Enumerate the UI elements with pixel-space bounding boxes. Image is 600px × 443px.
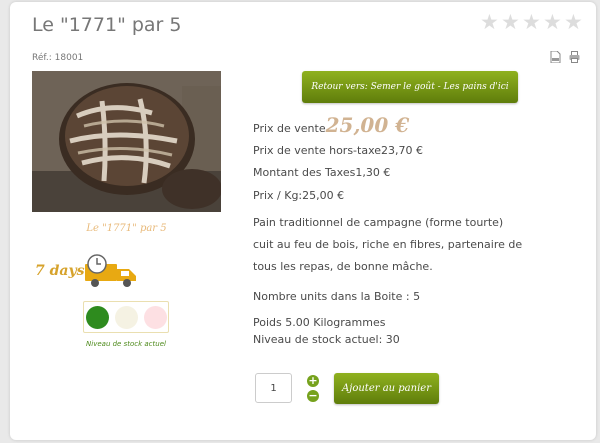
photo-caption: Le "1771" par 5 <box>86 223 167 234</box>
tax-value: 1,30 € <box>355 166 391 179</box>
stock-dot-green <box>85 305 109 329</box>
star-icon[interactable]: ★ <box>564 12 583 33</box>
product-photo[interactable] <box>32 71 221 212</box>
star-icon[interactable]: ★ <box>480 12 499 33</box>
price-per-kg-label: Prix / Kg: <box>253 189 303 202</box>
units-per-box: Nombre units dans la Boite : 5 <box>253 290 421 303</box>
product-reference: Réf.: 18001 <box>32 53 84 63</box>
sale-price-row: Prix de vente25,00 € <box>253 113 409 137</box>
star-icon[interactable]: ★ <box>501 12 520 33</box>
price-ht-label: Prix de vente hors-taxe <box>253 144 382 157</box>
price-per-kg-row: Prix / Kg:25,00 € <box>253 189 344 202</box>
increment-icon[interactable]: + <box>307 375 319 387</box>
tax-row: Montant des Taxes1,30 € <box>253 166 390 179</box>
decrement-icon[interactable]: − <box>307 390 319 402</box>
price-ht-value: 23,70 € <box>381 144 424 157</box>
delivery-time: 7 days <box>35 263 85 279</box>
quantity-stepper: + − <box>307 375 319 402</box>
sale-price-value: 25,00 € <box>325 113 410 137</box>
star-icon[interactable]: ★ <box>522 12 541 33</box>
product-title: Le "1771" par 5 <box>32 14 182 36</box>
product-weight: Poids 5.00 Kilogrammes <box>253 316 386 329</box>
stock-level-value: Niveau de stock actuel: 30 <box>253 333 400 346</box>
stock-indicator <box>83 301 169 333</box>
add-to-cart-button[interactable]: Ajouter au panier <box>334 373 439 404</box>
price-ht-row: Prix de vente hors-taxe23,70 € <box>253 144 423 157</box>
tools <box>550 51 580 63</box>
price-per-kg-value: 25,00 € <box>302 189 345 202</box>
stock-level-label: Niveau de stock actuel <box>86 340 166 348</box>
rating-stars[interactable]: ★ ★ ★ ★ ★ <box>480 12 583 33</box>
back-to-category-button[interactable]: Retour vers: Semer le goût - Les pains d… <box>302 71 518 103</box>
product-description: Pain traditionnel de campagne (forme tou… <box>253 216 523 273</box>
sale-price-label: Prix de vente <box>253 122 326 135</box>
stock-dot-cream <box>114 305 138 329</box>
stock-dot-pink <box>143 305 167 329</box>
star-icon[interactable]: ★ <box>543 12 562 33</box>
tax-label: Montant des Taxes <box>253 166 356 179</box>
quantity-input[interactable] <box>255 373 292 403</box>
delivery-truck-icon <box>85 254 136 287</box>
print-icon[interactable] <box>569 51 580 63</box>
pdf-icon[interactable] <box>550 51 561 63</box>
